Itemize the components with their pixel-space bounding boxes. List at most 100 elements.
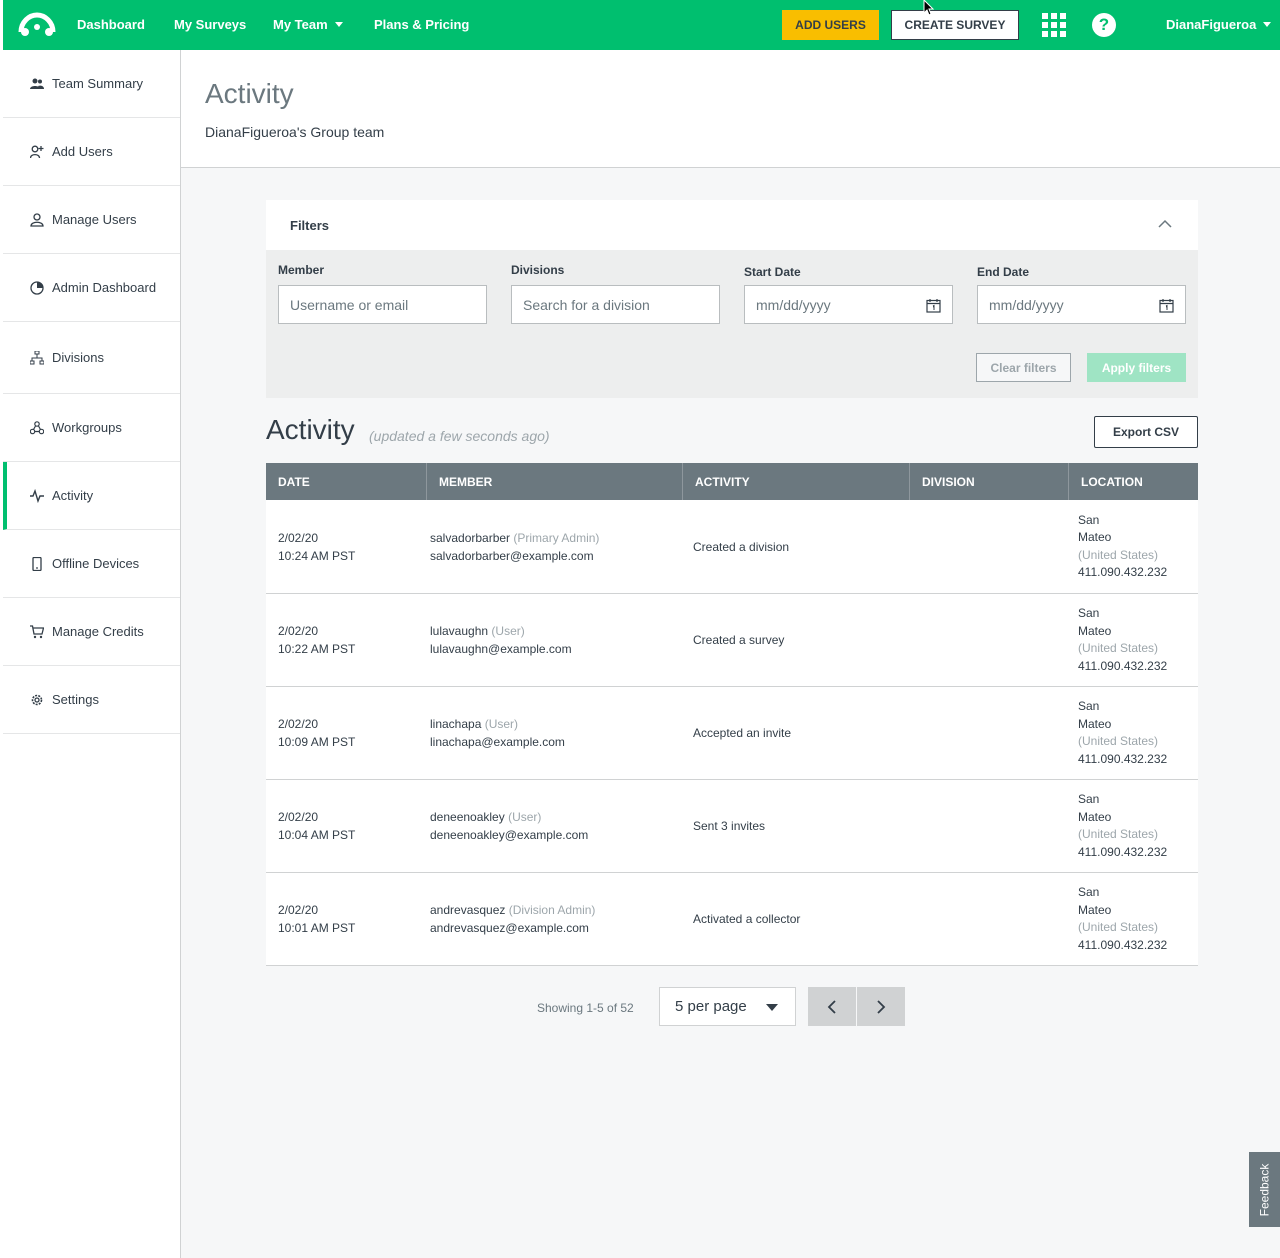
location-cell: San Mateo (United States) 411.090.432.232 xyxy=(1069,687,1198,779)
member-cell: deneenoakley (User) deneenoakley@example.… xyxy=(427,780,683,872)
chevron-down-icon xyxy=(1263,22,1272,27)
top-nav: Dashboard My Surveys My Team Plans & Pri… xyxy=(3,0,1280,50)
date-cell: 2/02/20 10:22 AM PST xyxy=(266,594,427,686)
activity-table: DATE MEMBER ACTIVITY DIVISION LOCATION 2… xyxy=(266,463,1198,966)
sidebar-item-add-users[interactable]: Add Users xyxy=(3,118,180,186)
workgroups-icon xyxy=(30,420,44,434)
member-role: (Primary Admin) xyxy=(513,530,600,545)
date-cell: 2/02/20 10:01 AM PST xyxy=(266,873,427,965)
start-date-input[interactable]: mm/dd/yyyy xyxy=(744,285,953,324)
sidebar-item-offline-devices[interactable]: Offline Devices xyxy=(3,530,180,598)
column-header-division[interactable]: DIVISION xyxy=(910,463,1069,500)
location-city: San xyxy=(1078,792,1100,806)
member-username: salvadorbarber xyxy=(430,530,511,545)
sidebar-item-label: Divisions xyxy=(52,350,105,365)
location-city: Mateo xyxy=(1078,716,1112,731)
member-name: linachapa (User) xyxy=(430,715,683,733)
add-user-icon xyxy=(30,145,44,158)
pagination-summary: Showing 1-5 of 52 xyxy=(537,1001,634,1015)
nav-dashboard[interactable]: Dashboard xyxy=(77,17,145,32)
sidebar-item-settings[interactable]: Settings xyxy=(3,666,180,734)
member-email: deneenoakley@example.com xyxy=(430,828,589,842)
date: 2/02/20 xyxy=(278,903,319,917)
sidebar-item-team-summary[interactable]: Team Summary xyxy=(3,50,180,118)
calendar-icon[interactable] xyxy=(926,298,941,313)
next-page-button[interactable] xyxy=(857,987,905,1026)
nav-my-team-label: My Team xyxy=(273,17,328,32)
add-users-button[interactable]: ADD USERS xyxy=(782,10,879,40)
sidebar-item-label: Manage Users xyxy=(52,212,137,227)
location-ip: 411.090.432.232 xyxy=(1078,658,1168,673)
location-city: San xyxy=(1078,885,1100,899)
sidebar-item-label: Activity xyxy=(52,488,94,503)
column-header-date[interactable]: DATE xyxy=(266,463,427,500)
help-icon[interactable]: ? xyxy=(1092,13,1116,37)
cart-icon xyxy=(30,624,44,638)
feedback-tab[interactable]: Feedback xyxy=(1249,1152,1280,1227)
user-menu[interactable]: DianaFigueroa xyxy=(1166,17,1272,32)
member-cell: andrevasquez (Division Admin) andrevasque… xyxy=(427,873,683,965)
sidebar-item-activity[interactable]: Activity xyxy=(3,462,180,530)
divisions-label: Divisions xyxy=(511,263,565,277)
previous-page-button[interactable] xyxy=(808,987,856,1026)
team-icon xyxy=(30,78,44,89)
member-cell: linachapa (User) linachapa@example.com xyxy=(427,687,683,779)
activity-cell: Created a survey xyxy=(693,633,785,647)
export-csv-button[interactable]: Export CSV xyxy=(1094,416,1198,448)
date: 2/02/20 xyxy=(278,810,319,824)
nav-my-surveys[interactable]: My Surveys xyxy=(174,17,246,32)
divisions-input[interactable]: Search for a division xyxy=(511,285,720,324)
sidebar-item-admin-dashboard[interactable]: Admin Dashboard xyxy=(3,254,180,322)
device-icon xyxy=(32,556,42,571)
filters-header[interactable]: Filters xyxy=(266,200,1198,250)
apps-grid-icon[interactable] xyxy=(1042,13,1066,37)
chevron-left-icon xyxy=(827,999,836,1014)
member-email: salvadorbarber@example.com xyxy=(430,548,594,563)
table-row: 2/02/20 10:04 AM PST deneenoakley (User) d… xyxy=(266,780,1198,873)
sidebar-item-workgroups[interactable]: Workgroups xyxy=(3,394,180,462)
table-row: 2/02/20 10:09 AM PST linachapa (User) lina… xyxy=(266,687,1198,780)
column-header-member[interactable]: MEMBER xyxy=(427,463,683,500)
member-name: salvadorbarber (Primary Admin) xyxy=(430,529,683,547)
page-subtitle: DianaFigueroa's Group team xyxy=(205,124,385,140)
clear-filters-button[interactable]: Clear filters xyxy=(976,353,1071,382)
nav-my-team[interactable]: My Team xyxy=(273,17,343,32)
end-date-input[interactable]: mm/dd/yyyy xyxy=(977,285,1186,324)
sidebar-item-manage-credits[interactable]: Manage Credits xyxy=(3,598,180,666)
nav-plans-pricing[interactable]: Plans & Pricing xyxy=(374,17,469,32)
create-survey-button[interactable]: CREATE SURVEY xyxy=(891,10,1019,40)
member-input[interactable]: Username or email xyxy=(278,285,487,324)
division-cell xyxy=(910,687,1069,779)
column-header-location[interactable]: LOCATION xyxy=(1069,463,1198,500)
member-email: lulavaughn@example.com xyxy=(430,642,572,656)
per-page-select[interactable]: 5 per page xyxy=(659,987,796,1026)
member-email: andrevasquez@example.com xyxy=(430,921,589,935)
member-name: andrevasquez (Division Admin) xyxy=(430,901,683,919)
page-header: Activity DianaFigueroa's Group team xyxy=(181,50,1280,168)
column-header-activity[interactable]: ACTIVITY xyxy=(683,463,910,500)
surveymonkey-logo-icon[interactable] xyxy=(17,10,57,38)
sidebar-item-manage-users[interactable]: Manage Users xyxy=(3,186,180,254)
activity-updated-text: (updated a few seconds ago) xyxy=(369,428,550,444)
table-row: 2/02/20 10:22 AM PST lulavaughn (User) lul… xyxy=(266,594,1198,687)
location-city: Mateo xyxy=(1078,902,1112,917)
location-city: Mateo xyxy=(1078,809,1112,824)
sidebar: Team Summary Add Users Manage Users Admi… xyxy=(3,50,181,1258)
time: 10:09 AM PST xyxy=(278,735,356,749)
time: 10:01 AM PST xyxy=(278,921,356,935)
sidebar-item-divisions[interactable]: Divisions xyxy=(3,322,180,394)
location-ip: 411.090.432.232 xyxy=(1078,937,1168,952)
apply-filters-button[interactable]: Apply filters xyxy=(1087,353,1186,382)
division-cell xyxy=(910,873,1069,965)
member-username: linachapa xyxy=(430,717,482,731)
start-date-label: Start Date xyxy=(744,265,801,279)
chevron-down-icon xyxy=(334,22,343,27)
table-header: DATE MEMBER ACTIVITY DIVISION LOCATION xyxy=(266,463,1198,500)
date-cell: 2/02/20 10:09 AM PST xyxy=(266,687,427,779)
chevron-up-icon[interactable] xyxy=(1158,219,1172,229)
location-city: San xyxy=(1078,512,1100,527)
member-role: (User) xyxy=(491,624,525,638)
calendar-icon[interactable] xyxy=(1159,298,1174,313)
activity-cell: Created a division xyxy=(693,539,790,554)
chevron-right-icon xyxy=(877,999,886,1014)
